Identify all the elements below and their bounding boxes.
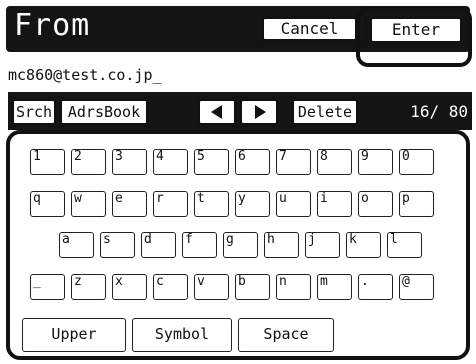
key[interactable]: j: [305, 232, 340, 258]
key[interactable]: t: [194, 191, 229, 217]
key[interactable]: 9: [358, 149, 393, 175]
key[interactable]: h: [264, 232, 299, 258]
key[interactable]: q: [30, 191, 65, 217]
key[interactable]: x: [112, 274, 147, 300]
character-count: 16/ 80: [410, 102, 468, 121]
cursor-left-button[interactable]: [198, 99, 236, 125]
search-button[interactable]: Srch: [12, 99, 56, 125]
key[interactable]: l: [387, 232, 422, 258]
key[interactable]: w: [71, 191, 106, 217]
key[interactable]: _: [30, 274, 65, 300]
space-button[interactable]: Space: [238, 318, 334, 352]
key[interactable]: a: [59, 232, 94, 258]
key[interactable]: 8: [317, 149, 352, 175]
key[interactable]: .: [358, 274, 393, 300]
delete-button[interactable]: Delete: [292, 99, 358, 125]
address-field[interactable]: mc860@test.co.jp_: [8, 62, 348, 88]
upper-button[interactable]: Upper: [22, 318, 126, 352]
key[interactable]: n: [276, 274, 311, 300]
enter-bracket-mark: [365, 16, 369, 44]
key[interactable]: 5: [194, 149, 229, 175]
key[interactable]: 7: [276, 149, 311, 175]
key[interactable]: u: [276, 191, 311, 217]
key[interactable]: o: [358, 191, 393, 217]
key[interactable]: c: [153, 274, 188, 300]
key[interactable]: z: [71, 274, 106, 300]
arrow-left-icon: [211, 105, 222, 119]
key[interactable]: p: [399, 191, 434, 217]
key[interactable]: y: [235, 191, 270, 217]
key[interactable]: r: [153, 191, 188, 217]
key[interactable]: 1: [30, 149, 65, 175]
key[interactable]: 0: [399, 149, 434, 175]
cursor-right-button[interactable]: [240, 99, 278, 125]
key[interactable]: d: [141, 232, 176, 258]
arrow-right-icon: [255, 105, 266, 119]
key[interactable]: 4: [153, 149, 188, 175]
key[interactable]: v: [194, 274, 229, 300]
page-title: From: [14, 8, 91, 43]
key[interactable]: g: [223, 232, 258, 258]
symbol-button[interactable]: Symbol: [132, 318, 232, 352]
key[interactable]: k: [346, 232, 381, 258]
cancel-button[interactable]: Cancel: [262, 17, 357, 41]
key[interactable]: @: [399, 274, 434, 300]
key[interactable]: s: [100, 232, 135, 258]
key[interactable]: 2: [71, 149, 106, 175]
key[interactable]: b: [235, 274, 270, 300]
key[interactable]: 6: [235, 149, 270, 175]
key[interactable]: m: [317, 274, 352, 300]
key[interactable]: 3: [112, 149, 147, 175]
key[interactable]: i: [317, 191, 352, 217]
key[interactable]: f: [182, 232, 217, 258]
key[interactable]: e: [112, 191, 147, 217]
address-book-button[interactable]: AdrsBook: [60, 99, 148, 125]
enter-button[interactable]: Enter: [370, 17, 462, 43]
